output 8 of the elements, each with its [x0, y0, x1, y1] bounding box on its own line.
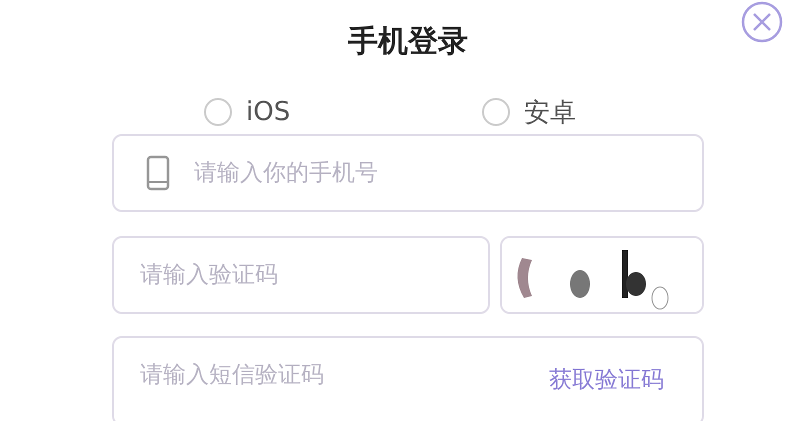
dialog-title: 手机登录 [348, 23, 468, 61]
captcha-field[interactable]: 请输入验证码 [112, 236, 490, 314]
phone-icon [146, 155, 170, 191]
phone-field[interactable]: 请输入你的手机号 [112, 134, 704, 212]
close-button[interactable] [740, 0, 784, 44]
close-icon [740, 0, 784, 44]
platform-radio[interactable]: 安卓 [482, 94, 576, 130]
platform-radio[interactable]: iOS [204, 97, 290, 127]
